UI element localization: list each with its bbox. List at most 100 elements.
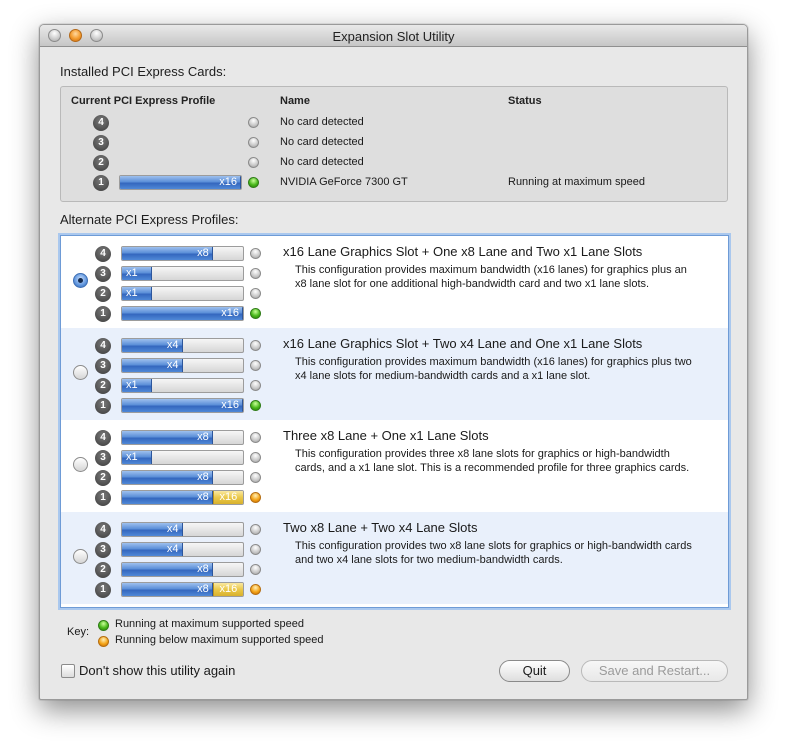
gray-status-icon (250, 340, 261, 351)
gray-status-icon (250, 524, 261, 535)
window-title: Expansion Slot Utility (332, 29, 455, 44)
profile-option[interactable]: 4 x4 3 x4 2 x8 1 x8 x16 Two x8 Lane + Two x4 Lane… (61, 512, 728, 604)
lane-fill: x8 (122, 471, 213, 484)
gray-status-icon (248, 157, 259, 168)
green-status-icon (250, 400, 261, 411)
gray-status-icon (248, 137, 259, 148)
profile-radio-button[interactable] (73, 549, 88, 564)
lane-fill: x1 (122, 451, 153, 464)
lane-bar: x8 (121, 470, 244, 485)
profile-description: This configuration provides two x8 lane … (295, 540, 692, 566)
lane-fill: x8 (122, 247, 213, 260)
profile-title: x16 Lane Graphics Slot + One x8 Lane and… (283, 244, 643, 259)
slot-number-badge: 2 (95, 378, 111, 394)
lane-bar: x4 (121, 358, 244, 373)
profile-radio-button[interactable] (73, 457, 88, 472)
slot-number-badge: 4 (95, 522, 111, 538)
lane-bar: x8 x16 (121, 582, 244, 597)
slot-number-badge: 4 (95, 430, 111, 446)
slot-number-badge: 3 (95, 266, 111, 282)
expansion-slot-utility-window: Expansion Slot Utility Installed PCI Exp… (39, 24, 748, 700)
lane-overflow: x16 (212, 583, 243, 596)
lane-fill: x1 (122, 287, 153, 300)
alternate-profiles-heading: Alternate PCI Express Profiles: (60, 212, 239, 227)
gray-status-icon (250, 380, 261, 391)
lane-bar: x8 (121, 430, 244, 445)
alternate-profiles-list[interactable]: 4 x8 3 x1 2 x1 1 x16 x16 Lane Graphics Slot + On… (60, 235, 729, 608)
lane-fill: x8 (122, 583, 213, 596)
installed-cards-panel: Current PCI Express Profile Name Status … (60, 86, 728, 202)
slot-number-badge: 2 (95, 286, 111, 302)
lane-fill: x8 (122, 563, 213, 576)
profile-option[interactable]: 4 x4 3 x4 2 x1 1 x16 x16 Lane Graphics Slot + Tw… (61, 328, 728, 420)
lane-fill: x4 (122, 359, 183, 372)
lane-bar: x4 (121, 542, 244, 557)
green-status-icon (248, 177, 259, 188)
lane-bar: x1 (121, 266, 244, 281)
slot-number-badge: 1 (93, 175, 109, 191)
card-name: No card detected (280, 116, 364, 128)
lane-bar: x4 (121, 338, 244, 353)
card-status: Running at maximum speed (508, 176, 645, 188)
profile-title: Two x8 Lane + Two x4 Lane Slots (283, 520, 478, 535)
slot-number-badge: 3 (95, 542, 111, 558)
lane-bar: x16 (121, 398, 244, 413)
slot-number-badge: 1 (95, 306, 111, 322)
dont-show-checkbox[interactable] (61, 664, 75, 678)
key-green-label: Running at maximum supported speed (115, 618, 304, 630)
lane-fill: x1 (122, 267, 153, 280)
lane-bar: x1 (121, 378, 244, 393)
key-label: Key: (67, 626, 90, 638)
lane-fill: x16 (122, 307, 243, 320)
slot-number-badge: 4 (95, 338, 111, 354)
status-column-header: Status (508, 95, 542, 107)
lane-fill: x16 (122, 399, 243, 412)
profile-radio-button[interactable] (73, 365, 88, 380)
card-name: No card detected (280, 156, 364, 168)
lane-fill: x4 (122, 523, 183, 536)
slot-number-badge: 1 (95, 398, 111, 414)
profile-description: This configuration provides maximum band… (295, 264, 687, 290)
lane-fill: x8 (122, 491, 213, 504)
gray-status-icon (250, 268, 261, 279)
slot-number-badge: 1 (95, 582, 111, 598)
lane-bar: x8 (121, 246, 244, 261)
slot-number-badge: 2 (95, 470, 111, 486)
orange-status-icon (98, 636, 109, 647)
profile-option[interactable]: 4 x8 3 x1 2 x1 1 x16 x16 Lane Graphics Slot + On… (61, 236, 728, 328)
lane-bar: x8 (121, 562, 244, 577)
lane-bar: x1 (121, 450, 244, 465)
lane-bar: x8 x16 (121, 490, 244, 505)
slot-number-badge: 4 (95, 246, 111, 262)
lane-fill: x8 (122, 431, 213, 444)
profile-option[interactable]: 4 x8 3 x1 2 x8 1 x8 x16 Three x8 Lane + One x1 La… (61, 420, 728, 512)
profile-column-header: Current PCI Express Profile (71, 95, 216, 107)
save-and-restart-button[interactable]: Save and Restart... (581, 660, 728, 682)
slot-number-badge: 2 (93, 155, 109, 171)
lane-overflow: x16 (212, 491, 243, 504)
name-column-header: Name (280, 95, 310, 107)
lane-bar: x4 (121, 522, 244, 537)
dont-show-label[interactable]: Don't show this utility again (79, 663, 235, 678)
slot-number-badge: 3 (95, 450, 111, 466)
quit-button[interactable]: Quit (499, 660, 570, 682)
title-bar: Expansion Slot Utility (40, 25, 747, 47)
card-name: No card detected (280, 136, 364, 148)
orange-status-icon (250, 492, 261, 503)
green-status-icon (98, 620, 109, 631)
profile-radio-button[interactable] (73, 273, 88, 288)
lane-fill: x16 (120, 176, 241, 189)
slot-number-badge: 1 (95, 490, 111, 506)
gray-status-icon (250, 360, 261, 371)
gray-status-icon (250, 288, 261, 299)
gray-status-icon (250, 452, 261, 463)
gray-status-icon (248, 117, 259, 128)
profile-title: Three x8 Lane + One x1 Lane Slots (283, 428, 489, 443)
green-status-icon (250, 308, 261, 319)
installed-cards-heading: Installed PCI Express Cards: (60, 64, 227, 79)
gray-status-icon (250, 544, 261, 555)
gray-status-icon (250, 432, 261, 443)
lane-bar: x16 (119, 175, 242, 190)
lane-fill: x4 (122, 543, 183, 556)
slot-number-badge: 3 (95, 358, 111, 374)
